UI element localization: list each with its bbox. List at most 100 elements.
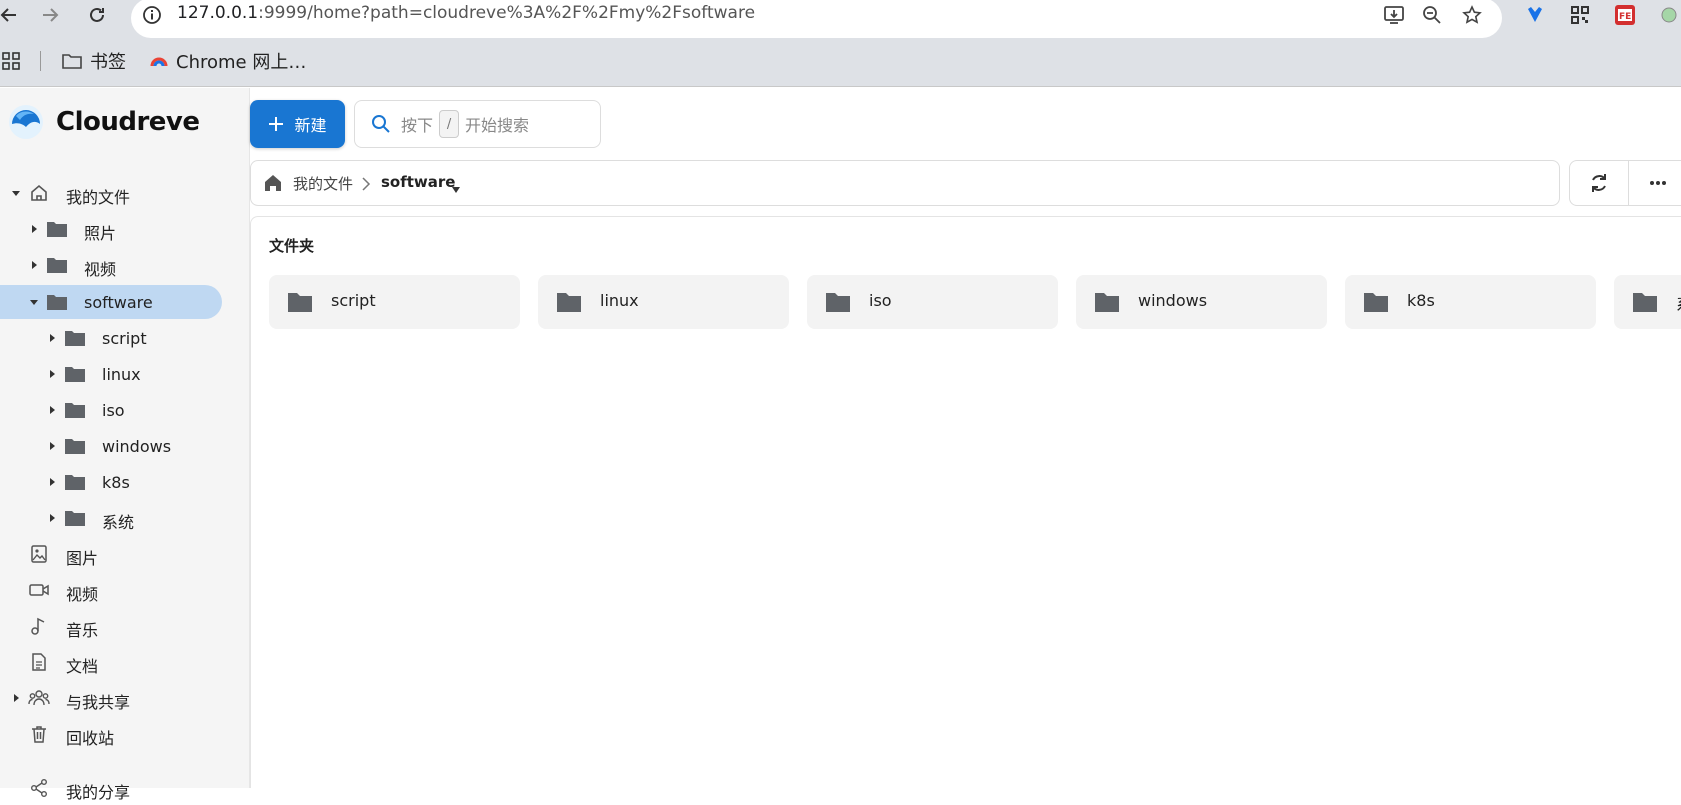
home-icon bbox=[27, 181, 51, 205]
cloudreve-app: Cloudreve 我的文件 照片 视频 software script lin… bbox=[0, 88, 1681, 802]
folder-icon bbox=[63, 434, 87, 458]
tree-item-k8s[interactable]: k8s bbox=[0, 465, 250, 499]
tree-item-script[interactable]: script bbox=[0, 321, 250, 355]
tree-item-label: script bbox=[102, 329, 147, 348]
folder-icon bbox=[45, 290, 69, 314]
caret-right-icon[interactable] bbox=[10, 692, 22, 704]
home-icon[interactable] bbox=[263, 173, 283, 197]
tree-item-windows[interactable]: windows bbox=[0, 429, 250, 463]
bookmark-chrome-store[interactable]: Chrome 网上… bbox=[150, 47, 306, 75]
forward-button[interactable] bbox=[37, 2, 63, 28]
sidebar-item-label: 我的文件 bbox=[66, 188, 131, 207]
image-icon bbox=[27, 542, 51, 566]
sidebar-item-label: 音乐 bbox=[66, 621, 99, 640]
refresh-button[interactable] bbox=[1569, 160, 1629, 206]
search-icon bbox=[372, 115, 390, 133]
sidebar-item-music[interactable]: 音乐 bbox=[0, 609, 250, 643]
folder-card-linux[interactable]: linux bbox=[538, 275, 789, 329]
bookmark-folder[interactable]: 书签 bbox=[62, 47, 126, 75]
folder-icon bbox=[1633, 293, 1657, 312]
tree-item-photos[interactable]: 照片 bbox=[0, 212, 250, 246]
extension-fe-icon[interactable]: FE bbox=[1612, 2, 1638, 28]
svg-text:FE: FE bbox=[1619, 12, 1631, 22]
caret-down-icon[interactable] bbox=[10, 187, 22, 199]
bookmarks-bar: 书签 Chrome 网上… bbox=[0, 38, 1681, 87]
folder-name: script bbox=[331, 291, 376, 310]
folder-icon bbox=[288, 293, 312, 312]
sidebar: Cloudreve 我的文件 照片 视频 software script lin… bbox=[0, 88, 250, 802]
caret-right-icon[interactable] bbox=[28, 259, 40, 271]
breadcrumb-current[interactable]: software bbox=[381, 173, 455, 191]
file-browser-content: 文件夹 script linux iso windows k8s 系统 bbox=[250, 216, 1681, 788]
section-title: 文件夹 bbox=[269, 237, 315, 255]
sidebar-item-documents[interactable]: 文档 bbox=[0, 645, 250, 679]
sidebar-item-my-files[interactable]: 我的文件 bbox=[0, 176, 250, 210]
folder-name: windows bbox=[1138, 291, 1208, 310]
folder-name: linux bbox=[600, 291, 639, 310]
chevron-right-icon bbox=[361, 176, 371, 195]
caret-right-icon[interactable] bbox=[46, 332, 58, 344]
folder-card-windows[interactable]: windows bbox=[1076, 275, 1327, 329]
app-logo[interactable]: Cloudreve bbox=[8, 104, 200, 140]
video-icon bbox=[27, 578, 51, 602]
refresh-icon bbox=[1592, 174, 1606, 192]
caret-right-icon[interactable] bbox=[46, 440, 58, 452]
caret-right-icon[interactable] bbox=[46, 368, 58, 380]
new-button[interactable]: 新建 bbox=[250, 100, 345, 148]
install-app-icon[interactable] bbox=[1381, 2, 1407, 28]
folder-card-script[interactable]: script bbox=[269, 275, 520, 329]
bookmark-star-icon[interactable] bbox=[1459, 2, 1485, 28]
tree-item-label: windows bbox=[102, 437, 172, 456]
search-input[interactable]: 按下 / 开始搜索 bbox=[354, 100, 601, 148]
extension-heart-icon[interactable] bbox=[1522, 2, 1548, 28]
folder-card-system[interactable]: 系统 bbox=[1614, 275, 1681, 329]
app-name: Cloudreve bbox=[56, 107, 200, 137]
caret-right-icon[interactable] bbox=[28, 223, 40, 235]
tree-item-label: 视频 bbox=[84, 260, 117, 279]
sidebar-item-my-shares[interactable]: 我的分享 bbox=[0, 771, 250, 805]
folder-card-k8s[interactable]: k8s bbox=[1345, 275, 1596, 329]
sidebar-item-shared-with-me[interactable]: 与我共享 bbox=[0, 681, 250, 715]
tree-item-videos[interactable]: 视频 bbox=[0, 248, 250, 282]
caret-right-icon[interactable] bbox=[46, 476, 58, 488]
cloudreve-logo-icon bbox=[9, 105, 43, 139]
caret-down-icon[interactable] bbox=[28, 296, 40, 308]
sidebar-item-label: 回收站 bbox=[66, 729, 115, 748]
profile-status-icon[interactable] bbox=[1656, 2, 1681, 28]
folder-icon bbox=[63, 362, 87, 386]
sidebar-item-videos[interactable]: 视频 bbox=[0, 573, 250, 607]
back-button[interactable] bbox=[0, 2, 22, 28]
folder-name: iso bbox=[869, 291, 892, 310]
tree-item-label: software bbox=[84, 293, 153, 312]
tree-item-label: 照片 bbox=[84, 224, 117, 243]
caret-right-icon[interactable] bbox=[46, 512, 58, 524]
folder-card-iso[interactable]: iso bbox=[807, 275, 1058, 329]
caret-down-icon[interactable] bbox=[451, 179, 461, 198]
forward-arrow-icon bbox=[43, 8, 59, 22]
apps-grid-button[interactable] bbox=[2, 47, 20, 75]
tree-item-iso[interactable]: iso bbox=[0, 393, 250, 427]
sidebar-item-trash[interactable]: 回收站 bbox=[0, 717, 250, 751]
folder-icon bbox=[1364, 293, 1388, 312]
site-info-icon[interactable] bbox=[141, 4, 163, 26]
more-options-button[interactable] bbox=[1628, 160, 1681, 206]
tree-item-system[interactable]: 系统 bbox=[0, 501, 250, 535]
zoom-icon[interactable] bbox=[1419, 2, 1445, 28]
url-text[interactable]: 127.0.0.1:9999/home?path=cloudreve%3A%2F… bbox=[177, 3, 755, 23]
sidebar-item-images[interactable]: 图片 bbox=[0, 537, 250, 571]
browser-toolbar: 127.0.0.1:9999/home?path=cloudreve%3A%2F… bbox=[0, 0, 1681, 38]
share-icon bbox=[27, 776, 51, 800]
folder-icon bbox=[45, 217, 69, 241]
folder-icon bbox=[63, 506, 87, 530]
extension-qrcode-icon[interactable] bbox=[1567, 2, 1593, 28]
reload-button[interactable] bbox=[84, 2, 110, 28]
breadcrumb-root[interactable]: 我的文件 bbox=[293, 173, 353, 194]
address-bar[interactable]: 127.0.0.1:9999/home?path=cloudreve%3A%2F… bbox=[131, 0, 1502, 38]
tree-item-linux[interactable]: linux bbox=[0, 357, 250, 391]
sidebar-item-label: 图片 bbox=[66, 549, 99, 568]
tree-item-software[interactable]: software bbox=[0, 285, 250, 319]
caret-right-icon[interactable] bbox=[46, 404, 58, 416]
new-button-label: 新建 bbox=[294, 116, 327, 135]
bookmarks-divider bbox=[40, 51, 41, 71]
sidebar-item-label: 视频 bbox=[66, 585, 99, 604]
